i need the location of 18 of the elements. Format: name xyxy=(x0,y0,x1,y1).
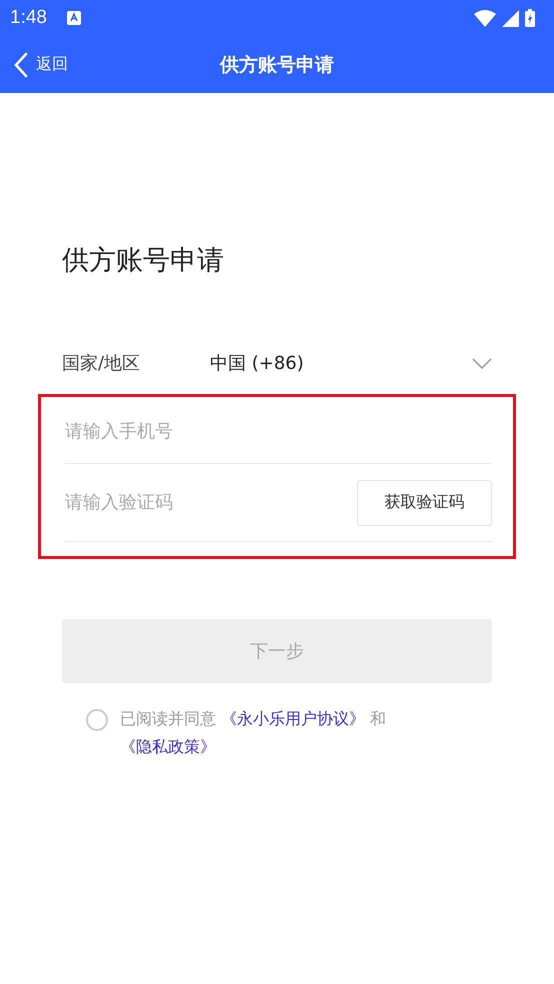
privacy-policy-link[interactable]: 《隐私政策》 xyxy=(120,737,216,756)
country-label: 国家/地区 xyxy=(62,352,142,375)
get-code-button[interactable]: 获取验证码 xyxy=(357,480,492,526)
code-input[interactable]: 请输入验证码 xyxy=(65,492,357,513)
back-button[interactable]: 返回 xyxy=(0,52,68,78)
page-title: 供方账号申请 xyxy=(220,52,334,78)
status-time: 1:48 xyxy=(10,7,47,29)
form-heading: 供方账号申请 xyxy=(62,244,225,278)
user-agreement-link[interactable]: 《永小乐用户协议》 xyxy=(221,709,366,728)
wifi-icon xyxy=(474,10,496,26)
agreement-checkbox[interactable] xyxy=(86,709,108,731)
battery-icon xyxy=(525,9,535,27)
country-select[interactable]: 中国 (+86) xyxy=(210,351,492,375)
phone-input[interactable]: 请输入手机号 xyxy=(65,420,492,442)
agreement-text: 已阅读并同意 《永小乐用户协议》 和 《隐私政策》 xyxy=(120,708,388,758)
chevron-down-icon xyxy=(472,358,492,368)
signal-icon xyxy=(502,10,519,26)
keyboard-notification-icon xyxy=(66,11,81,25)
